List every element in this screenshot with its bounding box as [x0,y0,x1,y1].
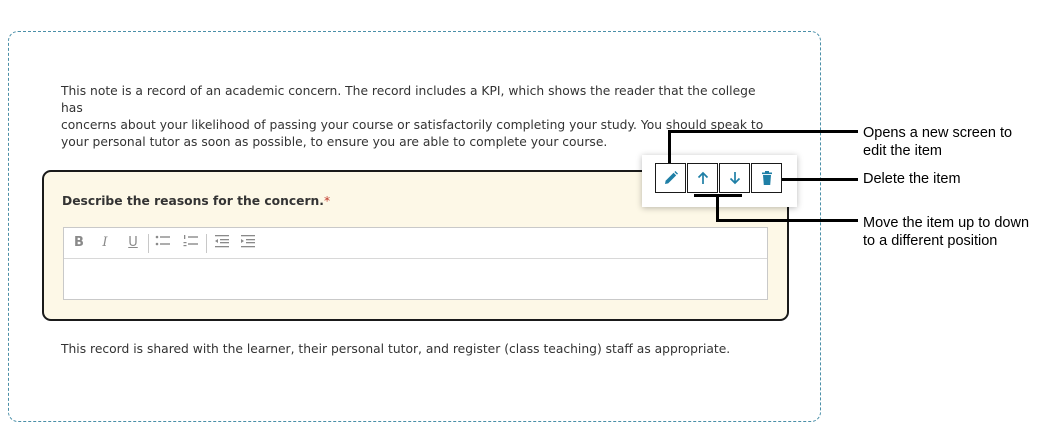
arrow-down-icon [729,172,741,185]
editor-text-area[interactable] [64,259,767,299]
outdent-icon [215,235,229,248]
edit-callout-line [668,130,671,163]
numbered-list-button[interactable] [182,234,200,252]
indent-icon [241,235,255,248]
delete-callout-text: Delete the item [863,171,961,187]
edit-callout-line-2: edit the item [863,143,942,159]
bullet-list-icon [155,235,170,246]
move-down-button[interactable] [719,163,750,193]
intro-line-1: This note is a record of an academic con… [61,84,756,115]
footer-note: This record is shared with the learner, … [61,342,731,356]
indent-button[interactable] [239,234,257,252]
required-marker: * [323,194,331,208]
edit-callout-text: Opens a new screen to edit the item [863,124,1012,160]
edit-callout-line [668,130,858,133]
bold-button[interactable]: B [70,234,88,252]
move-callout-text: Move the item up to down to a different … [863,214,1029,250]
trash-icon [762,171,772,185]
numbered-list-icon [183,235,198,247]
move-callout-line [716,194,719,222]
toolbar-divider [206,234,207,253]
intro-text: This note is a record of an academic con… [61,83,781,151]
edit-callout-line-1: Opens a new screen to [863,125,1013,141]
bullet-list-button[interactable] [154,234,172,252]
pencil-icon [665,171,678,184]
move-callout-line [716,219,858,222]
italic-button[interactable]: I [96,234,114,252]
edit-item-button[interactable] [655,163,686,193]
underline-button[interactable]: U [124,234,142,252]
rich-text-editor[interactable]: B I U [63,227,768,300]
outdent-button[interactable] [213,234,231,252]
question-label-text: Describe the reasons for the concern. [62,194,324,208]
move-up-button[interactable] [687,163,718,193]
editor-toolbar: B I U [64,228,767,259]
intro-line-2: concerns about your likelihood of passin… [61,118,764,132]
delete-callout-line [782,178,858,181]
delete-item-button[interactable] [751,163,782,193]
item-action-toolbar [642,155,797,207]
move-callout-line-1: Move the item up to down [863,215,1030,231]
move-callout-line-2: to a different position [863,233,998,249]
arrow-up-icon [697,171,709,184]
question-label: Describe the reasons for the concern.* [62,194,330,208]
toolbar-divider [148,234,149,253]
intro-line-3: your personal tutor as soon as possible,… [61,135,608,149]
